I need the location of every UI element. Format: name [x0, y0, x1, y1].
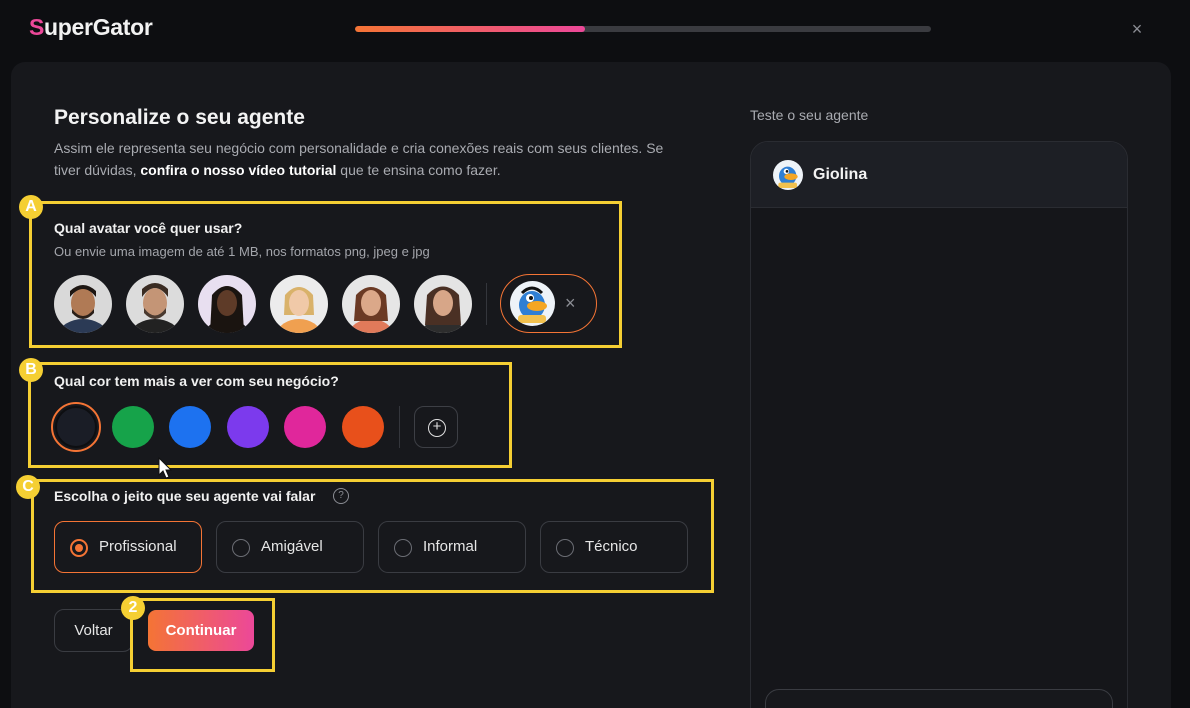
selected-avatar-custom[interactable]: ×	[500, 274, 597, 333]
color-swatch-orange[interactable]	[342, 406, 384, 448]
continue-button[interactable]: Continuar	[148, 610, 254, 651]
close-icon[interactable]: ×	[1128, 18, 1146, 40]
progress-bar	[355, 26, 931, 32]
step-badge-2: 2	[121, 596, 145, 620]
supergator-logo: SuperGator	[29, 14, 153, 40]
top-bar: SuperGator ×	[0, 0, 1190, 60]
agent-avatar	[773, 160, 803, 190]
tone-question: Escolha o jeito que seu agente vai falar	[54, 488, 316, 504]
tone-option-amigavel[interactable]: Amigável	[216, 521, 364, 573]
avatar-option-5[interactable]	[342, 275, 400, 333]
radio-icon	[556, 539, 574, 557]
color-swatch-green[interactable]	[112, 406, 154, 448]
chat-header: Giolina	[751, 142, 1127, 208]
page-description: Assim ele representa seu negócio com per…	[54, 140, 664, 178]
color-divider	[399, 406, 400, 448]
avatar-option-6[interactable]	[414, 275, 472, 333]
tone-label: Técnico	[585, 538, 638, 555]
avatar-option-2[interactable]	[126, 275, 184, 333]
preview-label: Teste o seu agente	[750, 107, 869, 123]
plus-circle-icon: +	[428, 419, 446, 437]
step-badge-c: C	[16, 475, 40, 499]
help-icon[interactable]: ?	[333, 488, 349, 504]
add-color-button[interactable]: +	[414, 406, 458, 448]
tone-label: Amigável	[261, 538, 323, 555]
avatar-divider	[486, 283, 487, 325]
chat-preview: Giolina	[750, 141, 1128, 708]
radio-icon	[232, 539, 250, 557]
avatar-option-3[interactable]	[198, 275, 256, 333]
tone-label: Profissional	[99, 538, 177, 555]
avatar-option-4[interactable]	[270, 275, 328, 333]
color-swatch-purple[interactable]	[227, 406, 269, 448]
remove-avatar-icon[interactable]: ×	[565, 292, 576, 314]
step-badge-a: A	[19, 195, 43, 219]
tone-option-informal[interactable]: Informal	[378, 521, 526, 573]
step-badge-b: B	[19, 358, 43, 382]
avatar-upload-hint: Ou envie uma imagem de até 1 MB, nos for…	[54, 244, 430, 259]
progress-bar-fill	[355, 26, 586, 32]
radio-icon	[394, 539, 412, 557]
avatar-option-1[interactable]	[54, 275, 112, 333]
color-question: Qual cor tem mais a ver com seu negócio?	[54, 373, 339, 389]
back-button[interactable]: Voltar	[54, 609, 133, 652]
agent-name: Giolina	[813, 166, 868, 183]
color-swatch-dark	[55, 406, 97, 448]
color-swatch-selected[interactable]	[51, 402, 101, 452]
mouse-cursor-icon	[158, 457, 173, 479]
chat-message-input[interactable]	[765, 689, 1113, 708]
tutorial-link[interactable]: confira o nosso vídeo tutorial	[140, 162, 336, 178]
tone-option-profissional[interactable]: Profissional	[54, 521, 202, 573]
color-swatch-pink[interactable]	[284, 406, 326, 448]
page-title: Personalize o seu agente	[54, 106, 305, 129]
avatar-question: Qual avatar você quer usar?	[54, 220, 243, 236]
radio-icon	[70, 539, 88, 557]
color-swatch-blue[interactable]	[169, 406, 211, 448]
tone-option-tecnico[interactable]: Técnico	[540, 521, 688, 573]
gator-mascot-avatar	[510, 281, 555, 326]
tone-label: Informal	[423, 538, 478, 555]
